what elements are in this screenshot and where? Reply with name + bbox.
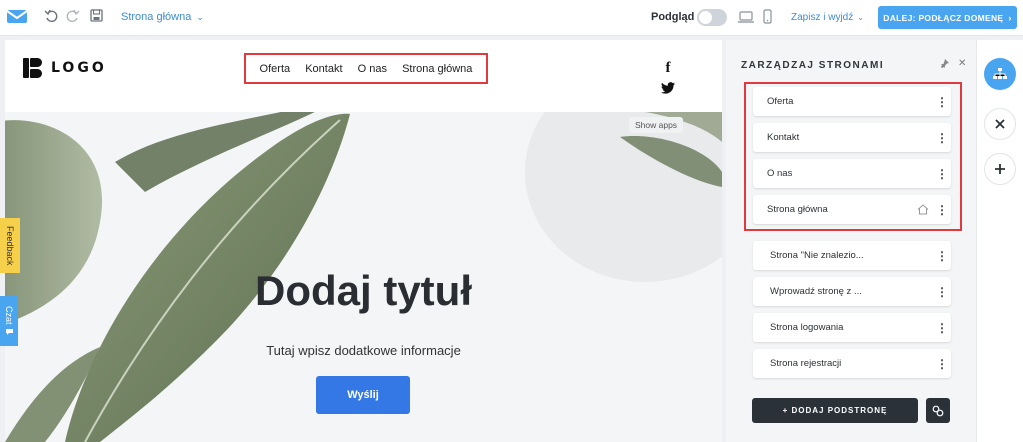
hero-submit-button[interactable]: Wyślij	[316, 376, 410, 414]
nav-item-kontakt[interactable]: Kontakt	[305, 63, 342, 75]
more-icon[interactable]: ⋮	[933, 322, 951, 334]
chat-icon	[4, 328, 14, 336]
right-tool-rail	[976, 40, 1023, 442]
redo-icon[interactable]	[66, 9, 80, 23]
page-item-login[interactable]: Strona logowania ⋮	[753, 313, 951, 342]
page-item-label: Strona "Nie znalezio...	[770, 250, 864, 261]
chat-tab[interactable]: Czat	[0, 296, 18, 346]
page-item-label: Strona logowania	[770, 322, 844, 333]
more-icon[interactable]: ⋮	[933, 358, 951, 370]
logo-text: LOGO	[51, 60, 107, 76]
hero-section[interactable]: Dodaj tytuł Tutaj wpisz dodatkowe inform…	[5, 112, 722, 442]
page-item-not-found[interactable]: Strona "Nie znalezio... ⋮	[753, 241, 951, 270]
more-icon[interactable]: ⋮	[933, 96, 951, 108]
hero-subtitle[interactable]: Tutaj wpisz dodatkowe informacje	[5, 343, 722, 358]
page-item-register[interactable]: Strona rejestracji ⋮	[753, 349, 951, 378]
top-toolbar: Strona główna ⌄ Podgląd Zapisz i wyjdź ⌄ D…	[0, 0, 1023, 36]
page-item-label: Wprowadź stronę z ...	[770, 286, 862, 297]
next-button-label: DALEJ: PODŁĄCZ DOMENĘ	[883, 12, 1004, 23]
more-icon[interactable]: ⋮	[933, 286, 951, 298]
mail-logo-icon[interactable]	[6, 7, 28, 25]
close-icon[interactable]: ✕	[958, 58, 966, 69]
save-and-exit-label: Zapisz i wyjdź	[791, 12, 854, 23]
site-header: LOGO Oferta Kontakt O nas Strona główna …	[5, 40, 722, 112]
mobile-icon[interactable]	[763, 9, 772, 24]
nav-item-oferta[interactable]: Oferta	[260, 63, 291, 75]
preview-label: Podgląd	[651, 11, 695, 23]
page-item-password[interactable]: Wprowadź stronę z ... ⋮	[753, 277, 951, 306]
page-selector-dropdown[interactable]: Strona główna ⌄	[121, 11, 204, 23]
home-icon	[917, 204, 929, 215]
page-item-label: Strona rejestracji	[770, 358, 842, 369]
show-apps-tooltip[interactable]: Show apps	[629, 117, 684, 133]
page-item-label: Kontakt	[767, 132, 800, 143]
page-item-oferta[interactable]: Oferta ⋮	[753, 87, 951, 116]
page-selector-label: Strona główna	[121, 11, 192, 23]
toggle-knob	[699, 11, 712, 24]
page-item-label: Oferta	[767, 96, 794, 107]
pin-icon[interactable]	[940, 59, 949, 70]
logo-mark-icon	[23, 58, 43, 78]
page-item-label: O nas	[767, 168, 793, 179]
chevron-down-icon: ⌄	[857, 13, 864, 22]
chevron-right-icon: ›	[1008, 12, 1012, 23]
chat-label: Czat	[4, 305, 14, 325]
feedback-label: Feedback	[5, 225, 15, 266]
more-icon[interactable]: ⋮	[933, 250, 951, 262]
hero-title[interactable]: Dodaj tytuł	[5, 267, 722, 315]
editor-window: Strona główna ⌄ Podgląd Zapisz i wyjdź ⌄ D…	[0, 0, 1023, 442]
page-item-o-nas[interactable]: O nas ⋮	[753, 159, 951, 188]
desktop-icon[interactable]	[738, 11, 754, 23]
site-nav-menu[interactable]: Oferta Kontakt O nas Strona główna	[244, 53, 488, 84]
add-subpage-button[interactable]: + DODAJ PODSTRONĘ	[752, 398, 918, 423]
close-icon[interactable]	[984, 108, 1016, 140]
save-icon[interactable]	[90, 9, 103, 22]
twitter-icon[interactable]	[658, 81, 678, 99]
sitemap-icon[interactable]	[984, 58, 1016, 90]
nav-item-strona-glowna[interactable]: Strona główna	[402, 63, 472, 75]
more-icon[interactable]: ⋮	[933, 168, 951, 180]
site-logo[interactable]: LOGO	[23, 58, 107, 78]
page-item-strona-glowna[interactable]: Strona główna ⋮	[753, 195, 951, 224]
more-icon[interactable]: ⋮	[933, 132, 951, 144]
website-canvas: LOGO Oferta Kontakt O nas Strona główna …	[5, 40, 722, 442]
plus-icon[interactable]	[984, 153, 1016, 185]
facebook-icon[interactable]: f	[658, 60, 678, 78]
feedback-tab[interactable]: Feedback	[0, 218, 20, 273]
more-icon[interactable]: ⋮	[933, 204, 951, 216]
preview-toggle[interactable]	[697, 9, 727, 26]
nav-item-o-nas[interactable]: O nas	[358, 63, 387, 75]
save-and-exit-link[interactable]: Zapisz i wyjdź ⌄	[791, 12, 864, 23]
page-item-kontakt[interactable]: Kontakt ⋮	[753, 123, 951, 152]
next-connect-domain-button[interactable]: DALEJ: PODŁĄCZ DOMENĘ ›	[878, 6, 1017, 29]
chevron-down-icon: ⌄	[196, 12, 204, 22]
page-item-label: Strona główna	[767, 204, 828, 215]
social-links: f	[658, 60, 678, 99]
panel-title: ZARZĄDZAJ STRONAMI	[741, 60, 885, 71]
link-icon[interactable]	[926, 398, 950, 423]
undo-icon[interactable]	[44, 9, 58, 23]
